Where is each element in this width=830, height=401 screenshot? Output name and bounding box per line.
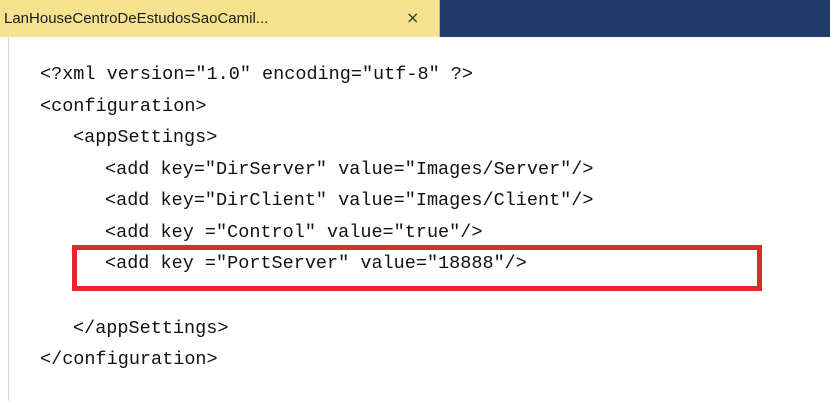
code-editor[interactable]: <?xml version="1.0" encoding="utf-8" ?> … [0,37,830,401]
code-line-xml-declaration: <?xml version="1.0" encoding="utf-8" ?> [40,64,473,85]
code-line-control: <add key ="Control" value="true"/> [105,222,483,243]
tab-strip: LanHouseCentroDeEstudosSaoCamil... × [0,0,830,37]
code-line-configuration-close: </configuration> [40,349,218,370]
tab-title: LanHouseCentroDeEstudosSaoCamil... [4,10,269,27]
code-line-appsettings-close: </appSettings> [73,318,229,339]
code-line-dirserver: <add key="DirServer" value="Images/Serve… [105,159,594,180]
highlight-box-portserver [72,245,762,291]
editor-gutter-divider [8,37,9,401]
close-icon[interactable]: × [406,8,419,27]
code-line-appsettings-open: <appSettings> [73,127,218,148]
code-line-configuration-open: <configuration> [40,96,207,117]
tab-active-file[interactable]: LanHouseCentroDeEstudosSaoCamil... × [0,0,440,37]
code-line-dirclient: <add key="DirClient" value="Images/Clien… [105,190,594,211]
